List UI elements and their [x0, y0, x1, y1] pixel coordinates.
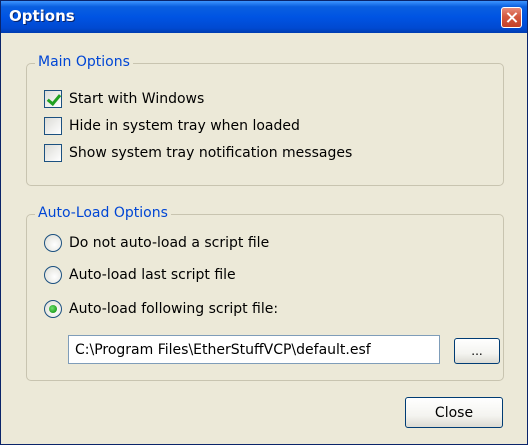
script-path-input[interactable] [68, 335, 440, 364]
hide-in-tray-checkbox[interactable]: Hide in system tray when loaded [44, 116, 300, 136]
radio-label: Do not auto-load a script file [69, 235, 270, 251]
window-title: Options [9, 7, 75, 25]
checkbox-label: Hide in system tray when loaded [69, 118, 300, 134]
close-icon[interactable] [501, 7, 522, 28]
title-bar[interactable]: Options [1, 1, 527, 33]
auto-load-last-radio[interactable]: Auto-load last script file [44, 265, 236, 285]
start-with-windows-checkbox[interactable]: Start with Windows [44, 89, 204, 109]
checkbox-checked-icon[interactable] [44, 90, 62, 108]
checkbox-label: Show system tray notification messages [69, 145, 353, 161]
show-notifications-checkbox[interactable]: Show system tray notification messages [44, 143, 352, 163]
main-options-legend: Main Options [35, 54, 133, 70]
close-button[interactable]: Close [405, 397, 503, 428]
radio-selected-icon[interactable] [44, 300, 62, 318]
no-auto-load-radio[interactable]: Do not auto-load a script file [44, 233, 269, 253]
auto-load-following-radio[interactable]: Auto-load following script file: [44, 299, 278, 319]
options-dialog: Options Main Options Start with Windows … [0, 0, 528, 445]
browse-button[interactable]: ... [454, 338, 500, 364]
radio-unselected-icon[interactable] [44, 234, 62, 252]
auto-load-legend: Auto-Load Options [35, 205, 171, 221]
radio-unselected-icon[interactable] [44, 266, 62, 284]
radio-label: Auto-load last script file [69, 267, 236, 283]
checkbox-unchecked-icon[interactable] [44, 144, 62, 162]
checkbox-unchecked-icon[interactable] [44, 117, 62, 135]
radio-label: Auto-load following script file: [69, 301, 279, 317]
checkbox-label: Start with Windows [69, 91, 205, 107]
